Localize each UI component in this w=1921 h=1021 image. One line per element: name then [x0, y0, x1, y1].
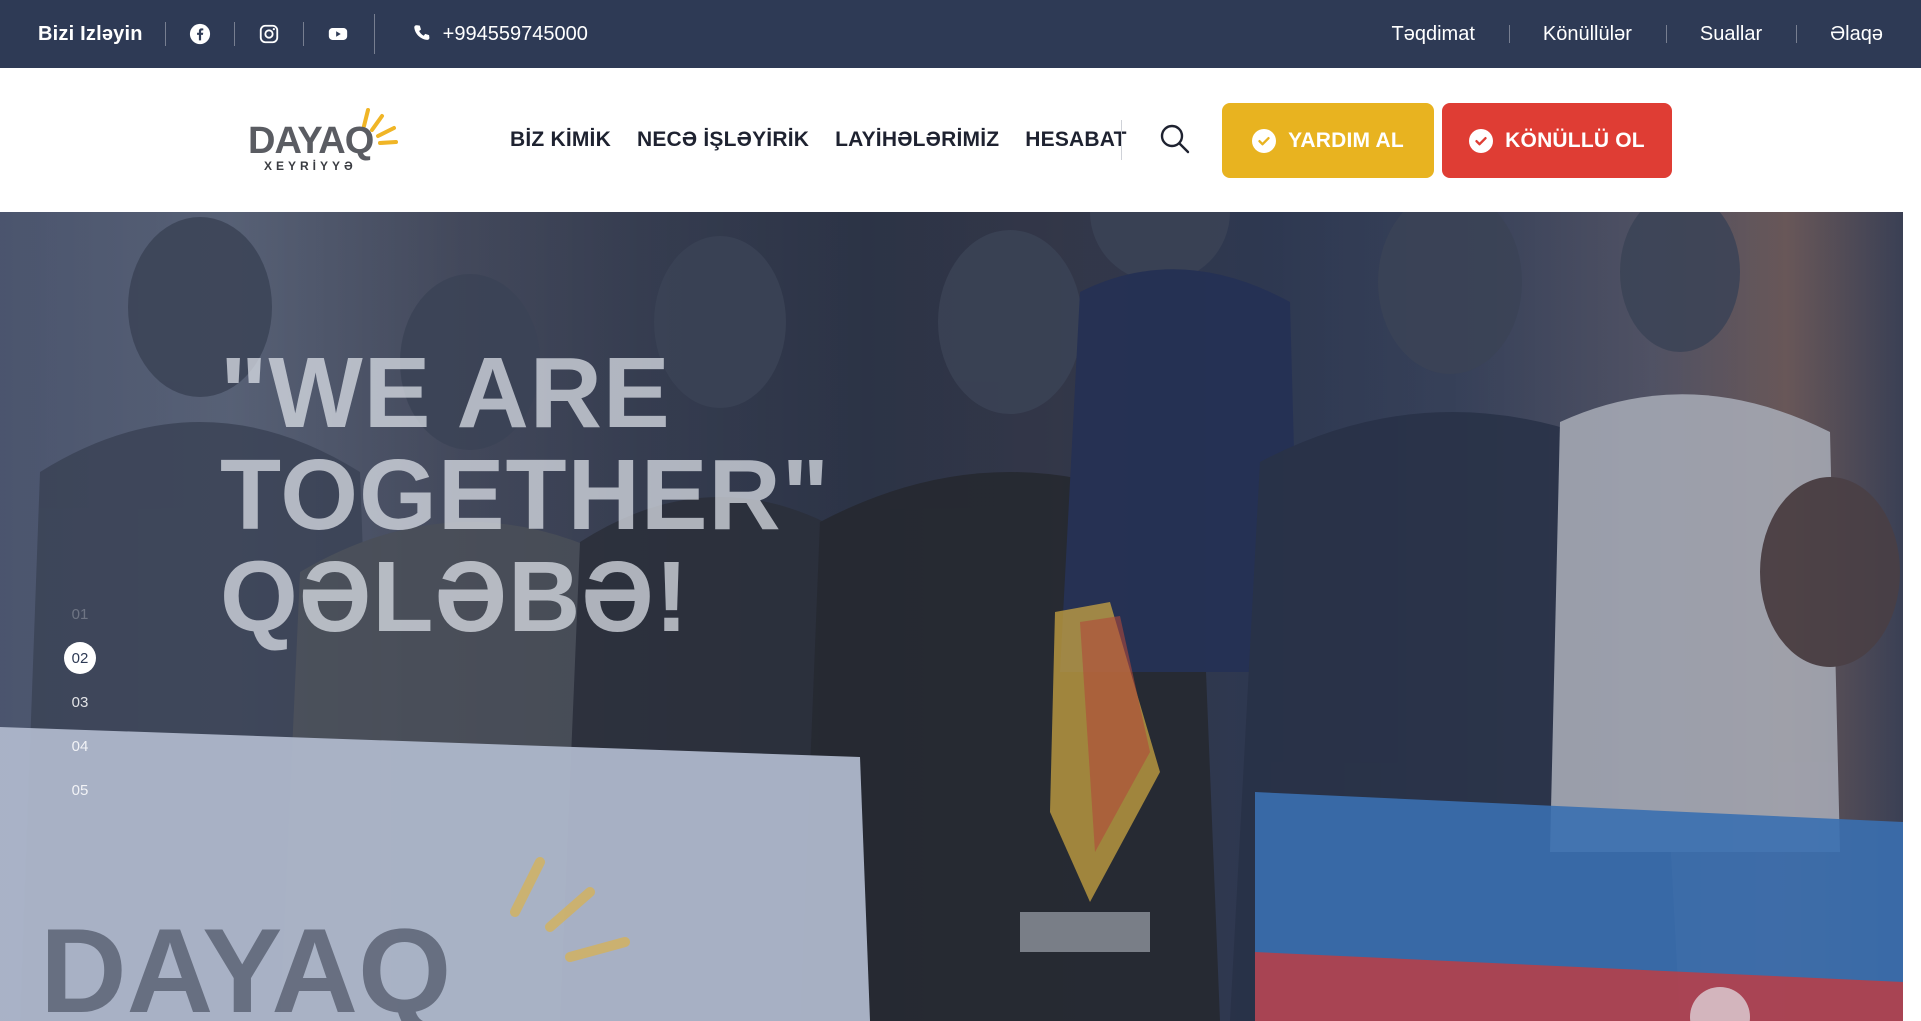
slide-pagination: 01 02 03 04 05: [60, 592, 100, 812]
get-help-label: YARDIM AL: [1288, 128, 1404, 152]
search-icon[interactable]: [1158, 122, 1192, 156]
toplink-konulluler[interactable]: Könüllülər: [1508, 23, 1666, 46]
toplink-teqdimat[interactable]: Təqdimat: [1358, 23, 1509, 46]
phone-number: +994559745000: [442, 22, 588, 45]
nav-item-nece-isleyirik[interactable]: NECƏ İŞLƏYİRİK: [637, 128, 809, 152]
top-bar: Bizi Izləyin +994559745000 Təqdimat Könü…: [0, 0, 1921, 68]
facebook-icon[interactable]: [188, 22, 212, 46]
main-header: DAYAQ XEYRİYYƏ BİZ KİMİK NECƏ İŞLƏYİRİK …: [0, 68, 1921, 212]
slide-dot-04[interactable]: 04: [60, 724, 100, 768]
become-volunteer-label: KÖNÜLLÜ OL: [1505, 128, 1645, 152]
slide-dot-label: 02: [64, 642, 96, 674]
scrollbar-track[interactable]: [1903, 212, 1921, 1021]
divider: [1121, 120, 1122, 160]
logo-subtitle: XEYRİYYƏ: [264, 159, 357, 173]
instagram-icon[interactable]: [257, 22, 281, 46]
toplink-elaqe[interactable]: Əlaqə: [1796, 23, 1883, 46]
check-circle-icon: [1469, 128, 1494, 153]
hero-slider: DAYAQ "WE ARE TOGETHER" QƏLƏBƏ! 01 02 03…: [0, 212, 1921, 1021]
check-circle-icon: [1252, 128, 1277, 153]
slide-dot-03[interactable]: 03: [60, 680, 100, 724]
get-help-button[interactable]: YARDIM AL: [1222, 103, 1434, 178]
top-bar-links: Təqdimat Könüllülər Suallar Əlaqə: [1358, 0, 1883, 68]
divider: [233, 22, 235, 46]
nav-item-biz-kimik[interactable]: BİZ KİMİK: [510, 128, 611, 152]
nav-item-layihelerimiz[interactable]: LAYİHƏLƏRİMİZ: [835, 128, 999, 152]
dayaq-logo[interactable]: DAYAQ XEYRİYYƏ: [246, 104, 398, 176]
nav-item-hesabat[interactable]: HESABAT: [1025, 128, 1126, 152]
hero-headline: "WE ARE TOGETHER" QƏLƏBƏ!: [220, 342, 920, 648]
logo-wordmark: DAYAQ: [248, 120, 374, 162]
youtube-icon[interactable]: [326, 22, 350, 46]
main-nav: BİZ KİMİK NECƏ İŞLƏYİRİK LAYİHƏLƏRİMİZ H…: [510, 68, 1153, 212]
divider: [302, 22, 304, 46]
slide-dot-02[interactable]: 02: [60, 636, 100, 680]
divider: [373, 14, 375, 54]
follow-us-label: Bizi Izləyin: [38, 22, 143, 45]
divider: [164, 22, 166, 46]
slide-dot-01[interactable]: 01: [60, 592, 100, 636]
top-bar-left: Bizi Izləyin +994559745000: [38, 0, 588, 68]
toplink-suallar[interactable]: Suallar: [1665, 23, 1796, 46]
hero-headline-line: QƏLƏBƏ!: [220, 541, 690, 653]
slide-dot-05[interactable]: 05: [60, 768, 100, 812]
phone-icon: [413, 25, 430, 40]
become-volunteer-button[interactable]: KÖNÜLLÜ OL: [1442, 103, 1672, 178]
hero-headline-line: "WE ARE: [220, 337, 671, 449]
phone-contact[interactable]: +994559745000: [411, 23, 588, 46]
hero-headline-line: TOGETHER": [220, 439, 831, 551]
svg-text:DAYAQ: DAYAQ: [40, 904, 451, 1021]
